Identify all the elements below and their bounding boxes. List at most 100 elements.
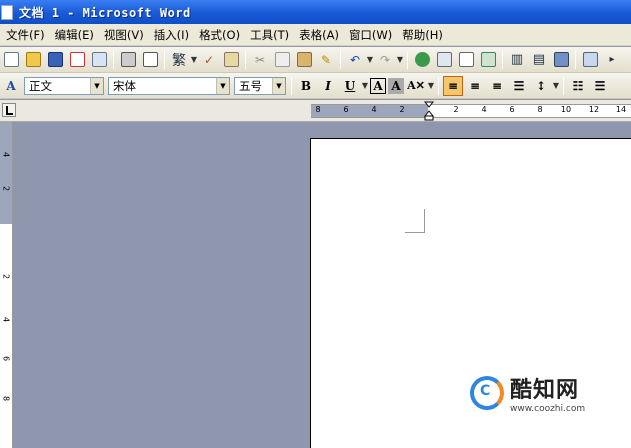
separator xyxy=(164,50,165,69)
font-size-value: 五号 xyxy=(239,78,262,93)
watermark-url: www.coozhi.com xyxy=(510,404,586,414)
vruler-number: 8 xyxy=(1,395,11,402)
ruler-number: 2 xyxy=(399,105,405,114)
vruler-number: 4 xyxy=(1,316,11,323)
vertical-ruler[interactable]: 4 2 2 4 6 8 xyxy=(0,122,13,448)
numbering-icon[interactable]: ☷ xyxy=(568,76,588,96)
indent-marker-icon[interactable] xyxy=(424,101,434,121)
tab-stop-selector[interactable] xyxy=(2,103,16,117)
new-document-icon[interactable] xyxy=(1,50,21,70)
undo-icon[interactable]: ↶ xyxy=(345,50,365,70)
ruler-bar: 8 6 4 2 2 4 6 8 10 12 14 xyxy=(0,100,631,122)
character-scaling-icon[interactable]: A✕ xyxy=(406,76,426,96)
menu-tools[interactable]: 工具(T) xyxy=(250,27,299,43)
show-hide-icon[interactable] xyxy=(580,50,600,70)
ruler-number: 6 xyxy=(343,105,349,114)
menu-view[interactable]: 视图(V) xyxy=(104,27,154,43)
line-spacing-icon[interactable]: ↕ xyxy=(531,76,551,96)
print-icon[interactable] xyxy=(118,50,138,70)
chevron-down-icon[interactable]: ▼ xyxy=(361,81,369,90)
more-icon[interactable]: ▸ xyxy=(602,50,622,70)
chevron-down-icon[interactable]: ▼ xyxy=(90,77,103,94)
chevron-down-icon[interactable]: ▼ xyxy=(366,55,374,64)
separator xyxy=(340,50,341,69)
research-icon[interactable] xyxy=(221,50,241,70)
vruler-number: 2 xyxy=(1,185,11,192)
separator xyxy=(438,76,439,95)
font-size-select[interactable]: 五号 ▼ xyxy=(234,76,286,95)
style-select[interactable]: 正文 ▼ xyxy=(24,76,104,95)
separator xyxy=(502,50,503,69)
vruler-number: 6 xyxy=(1,355,11,362)
redo-icon[interactable]: ↷ xyxy=(375,50,395,70)
vruler-number: 2 xyxy=(1,273,11,280)
spelling-icon[interactable]: ✓ xyxy=(199,50,219,70)
distributed-icon[interactable]: ☰ xyxy=(509,76,529,96)
style-value: 正文 xyxy=(29,78,52,93)
text-boundary-crop-mark xyxy=(405,209,425,233)
menu-format[interactable]: 格式(O) xyxy=(199,27,250,43)
italic-button[interactable]: I xyxy=(318,76,338,96)
word-document-icon xyxy=(1,4,13,20)
site-watermark: C 酷知网 www.coozhi.com xyxy=(470,372,585,414)
hyperlink-icon[interactable] xyxy=(412,50,432,70)
cut-icon[interactable]: ✂ xyxy=(250,50,270,70)
menu-window[interactable]: 窗口(W) xyxy=(349,27,402,43)
align-justify-icon[interactable]: ≡ xyxy=(443,75,463,96)
ruler-number: 4 xyxy=(481,105,487,114)
chevron-down-icon[interactable]: ▼ xyxy=(272,77,285,94)
open-folder-icon[interactable] xyxy=(23,50,43,70)
vruler-number: 4 xyxy=(1,151,11,158)
ruler-number: 6 xyxy=(509,105,515,114)
save-icon[interactable] xyxy=(45,50,65,70)
menu-bar: 文件(F) 编辑(E) 视图(V) 插入(I) 格式(O) 工具(T) 表格(A… xyxy=(0,24,631,46)
insert-table-icon[interactable] xyxy=(456,50,476,70)
copy-icon[interactable] xyxy=(272,50,292,70)
underline-button[interactable]: U xyxy=(340,76,360,96)
bold-button[interactable]: B xyxy=(296,76,316,96)
chevron-down-icon[interactable]: ▼ xyxy=(427,81,435,90)
font-select[interactable]: 宋体 ▼ xyxy=(108,76,230,95)
menu-file[interactable]: 文件(F) xyxy=(6,27,55,43)
ruler-number: 8 xyxy=(537,105,543,114)
print-preview-icon[interactable] xyxy=(140,50,160,70)
title-bar: 文档 1 - Microsoft Word xyxy=(0,0,631,24)
font-value: 宋体 xyxy=(113,78,136,93)
chevron-down-icon[interactable]: ▼ xyxy=(552,81,560,90)
ruler-number: 2 xyxy=(453,105,459,114)
bullets-icon[interactable]: ☰ xyxy=(590,76,610,96)
ruler-number: 8 xyxy=(315,105,321,114)
paste-icon[interactable] xyxy=(294,50,314,70)
separator xyxy=(575,50,576,69)
email-icon[interactable] xyxy=(89,50,109,70)
traditional-chinese-icon[interactable]: 繁 xyxy=(169,50,189,70)
standard-toolbar: 繁 ▼ ✓ ✂ ✎ ↶ ▼ ↷ ▼ ▥ ▤ ▸ xyxy=(0,47,631,73)
ruler-number: 12 xyxy=(588,105,600,114)
tables-borders-icon[interactable] xyxy=(434,50,454,70)
chevron-down-icon[interactable]: ▼ xyxy=(396,55,404,64)
align-right-icon[interactable]: ≡ xyxy=(487,76,507,96)
document-map-icon[interactable] xyxy=(551,50,571,70)
watermark-name: 酷知网 xyxy=(510,378,580,403)
horizontal-ruler[interactable]: 8 6 4 2 2 4 6 8 10 12 14 xyxy=(311,104,631,118)
character-border-icon[interactable]: A xyxy=(370,77,386,94)
coozhi-logo-icon: C xyxy=(470,376,504,410)
chevron-down-icon[interactable]: ▼ xyxy=(190,55,198,64)
styles-formatting-icon[interactable]: A xyxy=(1,76,21,96)
menu-edit[interactable]: 编辑(E) xyxy=(55,27,104,43)
separator xyxy=(113,50,114,69)
columns-icon[interactable]: ▥ xyxy=(507,50,527,70)
drawing-icon[interactable]: ▤ xyxy=(529,50,549,70)
menu-help[interactable]: 帮助(H) xyxy=(402,27,453,43)
menu-table[interactable]: 表格(A) xyxy=(299,27,349,43)
window-title: 文档 1 - Microsoft Word xyxy=(19,5,191,20)
chevron-down-icon[interactable]: ▼ xyxy=(216,77,229,94)
vertical-ruler-top-margin xyxy=(0,122,12,224)
ruler-number: 14 xyxy=(615,105,627,114)
permission-icon[interactable] xyxy=(67,50,87,70)
align-center-icon[interactable]: ≡ xyxy=(465,76,485,96)
menu-insert[interactable]: 插入(I) xyxy=(154,27,199,43)
character-shading-icon[interactable]: A xyxy=(388,77,404,94)
insert-excel-icon[interactable] xyxy=(478,50,498,70)
format-painter-icon[interactable]: ✎ xyxy=(316,50,336,70)
